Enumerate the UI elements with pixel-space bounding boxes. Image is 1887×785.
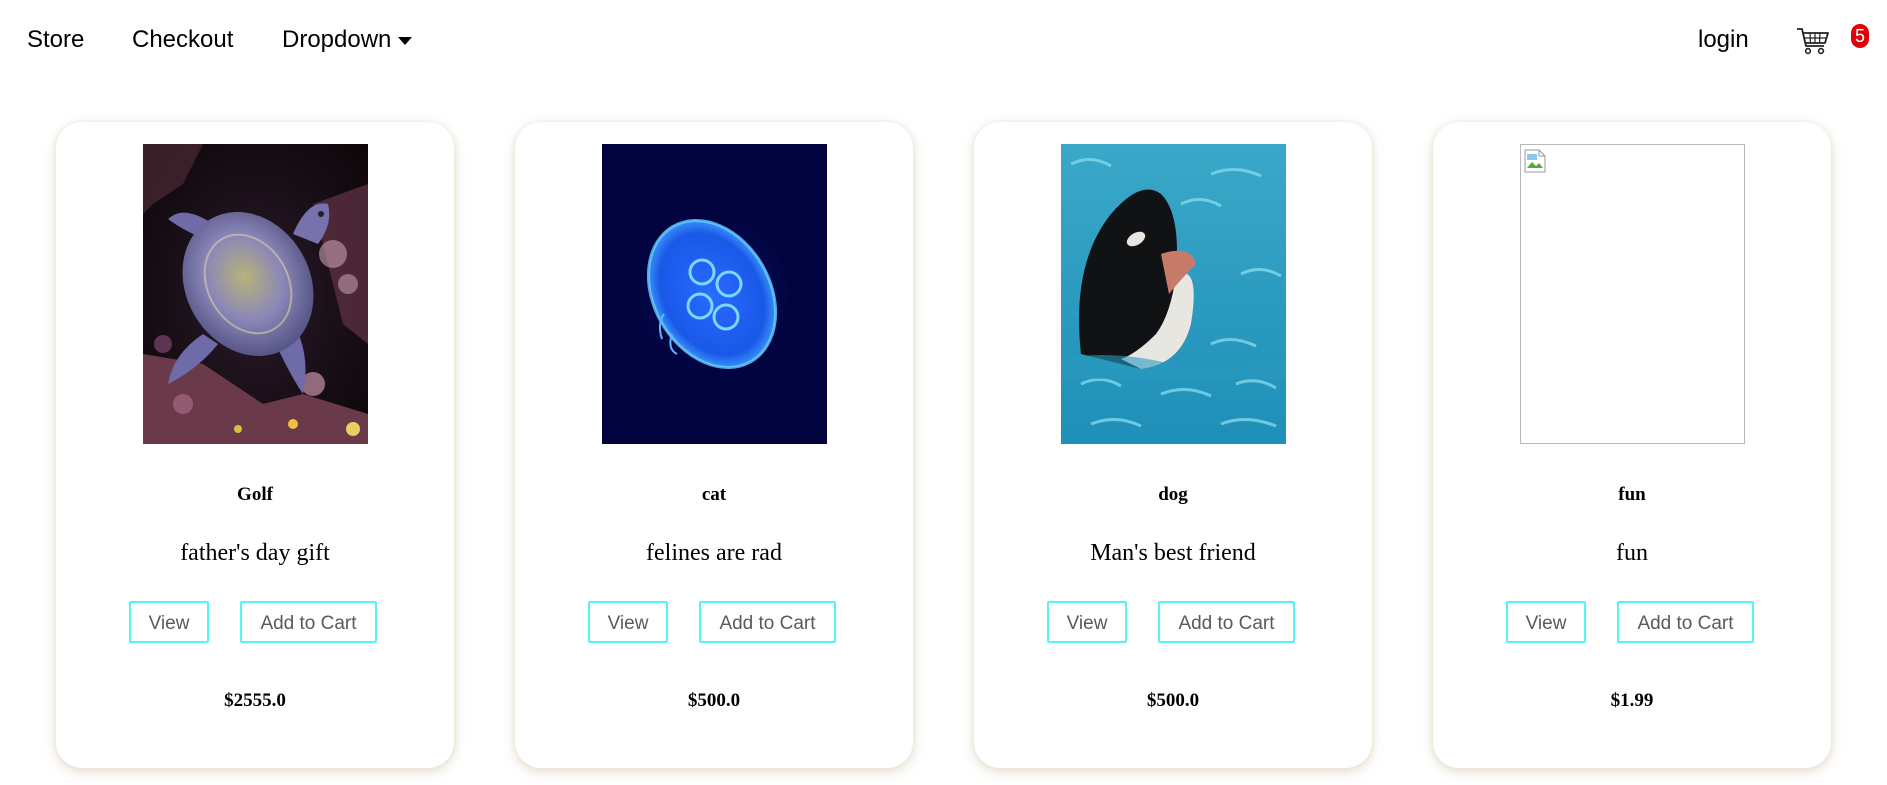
product-price: $2555.0 [224, 690, 286, 711]
shopping-cart-icon[interactable] [1796, 24, 1830, 58]
product-description: father's day gift [180, 540, 330, 566]
product-price: $500.0 [1146, 690, 1200, 711]
nav-login-link[interactable]: login [1698, 26, 1749, 54]
add-to-cart-button[interactable]: Add to Cart [1617, 601, 1754, 643]
product-name: cat [701, 484, 727, 505]
add-to-cart-button[interactable]: Add to Cart [699, 601, 836, 643]
nav-dropdown-label: Dropdown [282, 26, 392, 53]
product-card: fun fun View Add to Cart $1.99 [1433, 122, 1831, 768]
view-button[interactable]: View [588, 601, 668, 643]
product-description: felines are rad [646, 540, 782, 566]
product-image-turtle[interactable] [143, 144, 368, 444]
product-name: fun [1618, 484, 1646, 505]
product-grid: Golf father's day gift View Add to Cart … [56, 122, 1836, 768]
product-name: Golf [237, 484, 273, 505]
product-image-orca[interactable] [1061, 144, 1286, 444]
product-description: Man's best friend [1090, 540, 1256, 566]
caret-down-icon [398, 37, 413, 45]
add-to-cart-button[interactable]: Add to Cart [1158, 601, 1295, 643]
nav-dropdown-toggle[interactable]: Dropdown [282, 26, 413, 54]
product-card: Golf father's day gift View Add to Cart … [56, 122, 454, 768]
navbar: Store Checkout Dropdown login 5 [0, 0, 1887, 82]
product-description: fun [1616, 540, 1648, 566]
product-price: $500.0 [687, 690, 741, 711]
view-button[interactable]: View [1506, 601, 1586, 643]
product-price: $1.99 [1610, 690, 1654, 711]
broken-image-icon [1524, 149, 1546, 173]
product-card: cat felines are rad View Add to Cart $50… [515, 122, 913, 768]
view-button[interactable]: View [1047, 601, 1127, 643]
nav-checkout-link[interactable]: Checkout [132, 26, 233, 54]
product-image-jellyfish[interactable] [602, 144, 827, 444]
cart-count-badge: 5 [1851, 24, 1869, 48]
view-button[interactable]: View [129, 601, 209, 643]
add-to-cart-button[interactable]: Add to Cart [240, 601, 377, 643]
broken-image-placeholder [1520, 144, 1745, 444]
product-card: dog Man's best friend View Add to Cart $… [974, 122, 1372, 768]
product-name: dog [1158, 484, 1188, 505]
product-image-broken[interactable] [1520, 144, 1745, 444]
nav-store-link[interactable]: Store [27, 26, 84, 54]
